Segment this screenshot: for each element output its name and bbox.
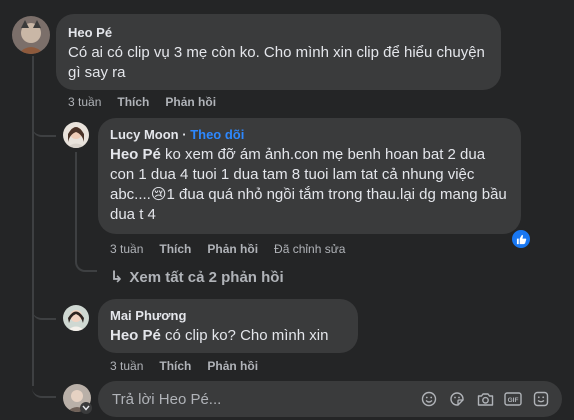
reply-button[interactable]: Phản hồi	[165, 95, 216, 109]
sticker-icon[interactable]	[448, 390, 466, 408]
view-more-label: Xem tất cả 2 phản hồi	[129, 268, 284, 286]
thread-line-lucy	[75, 152, 97, 272]
edited-label: Đã chỉnh sửa	[274, 242, 346, 256]
like-button[interactable]: Thích	[117, 95, 149, 109]
avatar-dropdown-icon[interactable]	[80, 402, 92, 414]
reply-input[interactable]	[110, 390, 420, 408]
reply-bubble-lucy-moon: Lucy Moon · Theo dõi Heo Pé ko xem đỡ ám…	[98, 118, 521, 234]
thread-line-replybox	[32, 384, 56, 398]
comment-time[interactable]: 3 tuần	[68, 95, 101, 109]
thread-line-main	[32, 56, 34, 386]
reply-author-line: Lucy Moon · Theo dõi	[110, 127, 245, 142]
emoji-icon[interactable]	[420, 390, 438, 408]
reply-bubble-mai-phuong: Mai Phương Heo Pé có clip ko? Cho mình x…	[98, 299, 358, 353]
sad-emoji: 😢	[150, 186, 167, 203]
avatar-mai-phuong[interactable]	[63, 305, 89, 331]
reply-author[interactable]: Mai Phương	[110, 307, 346, 324]
reply-text-block: Heo Pé ko xem đỡ ám ảnh.con mẹ benh hoan…	[110, 145, 509, 225]
comment-bubble-heo-pe: Heo Pé Có ai có clip vụ 3 mẹ còn ko. Cho…	[56, 14, 501, 90]
reply-time[interactable]: 3 tuần	[110, 359, 143, 373]
reply-button[interactable]: Phản hồi	[207, 359, 258, 373]
comment-author[interactable]: Heo Pé	[68, 24, 489, 41]
mention-heo-pe[interactable]: Heo Pé	[110, 146, 161, 163]
mention-heo-pe[interactable]: Heo Pé	[110, 327, 161, 344]
like-reaction-icon[interactable]	[510, 228, 532, 250]
follow-link[interactable]: Theo dõi	[190, 127, 244, 142]
avatar-lucy-moon[interactable]	[63, 122, 89, 148]
comment-text: Có ai có clip vụ 3 mẹ còn ko. Cho mình x…	[68, 44, 485, 81]
composer-tools: GIF	[420, 390, 550, 408]
reply-arrow-icon: ↳	[110, 269, 124, 286]
reply-actions-mai: 3 tuần Thích Phản hồi	[110, 359, 258, 373]
gif-icon[interactable]: GIF	[504, 390, 522, 408]
reply-time[interactable]: 3 tuần	[110, 242, 143, 256]
reply-text: có clip ko? Cho mình xin	[160, 327, 329, 344]
thread-line-reply2	[32, 306, 56, 320]
svg-text:GIF: GIF	[508, 397, 519, 404]
avatar-heo-pe[interactable]	[12, 16, 50, 54]
reply-text-after: 1 đua quá nhỏ ngồi tắm trong thau.lại dg…	[110, 186, 507, 223]
reply-button[interactable]: Phản hồi	[207, 242, 258, 256]
like-button[interactable]: Thích	[159, 242, 191, 256]
reply-text-block: Heo Pé có clip ko? Cho mình xin	[110, 326, 346, 346]
view-more-replies[interactable]: ↳ Xem tất cả 2 phản hồi	[110, 267, 284, 287]
reply-actions-lucy: 3 tuần Thích Phản hồi Đã chỉnh sửa	[110, 242, 345, 256]
gift-sticker-icon[interactable]	[532, 390, 550, 408]
thread-line-reply1	[32, 123, 56, 137]
reply-composer: GIF	[98, 381, 562, 417]
reply-author[interactable]: Lucy Moon	[110, 127, 179, 142]
like-button[interactable]: Thích	[159, 359, 191, 373]
comment-actions: 3 tuần Thích Phản hồi	[68, 95, 216, 109]
camera-icon[interactable]	[476, 390, 494, 408]
